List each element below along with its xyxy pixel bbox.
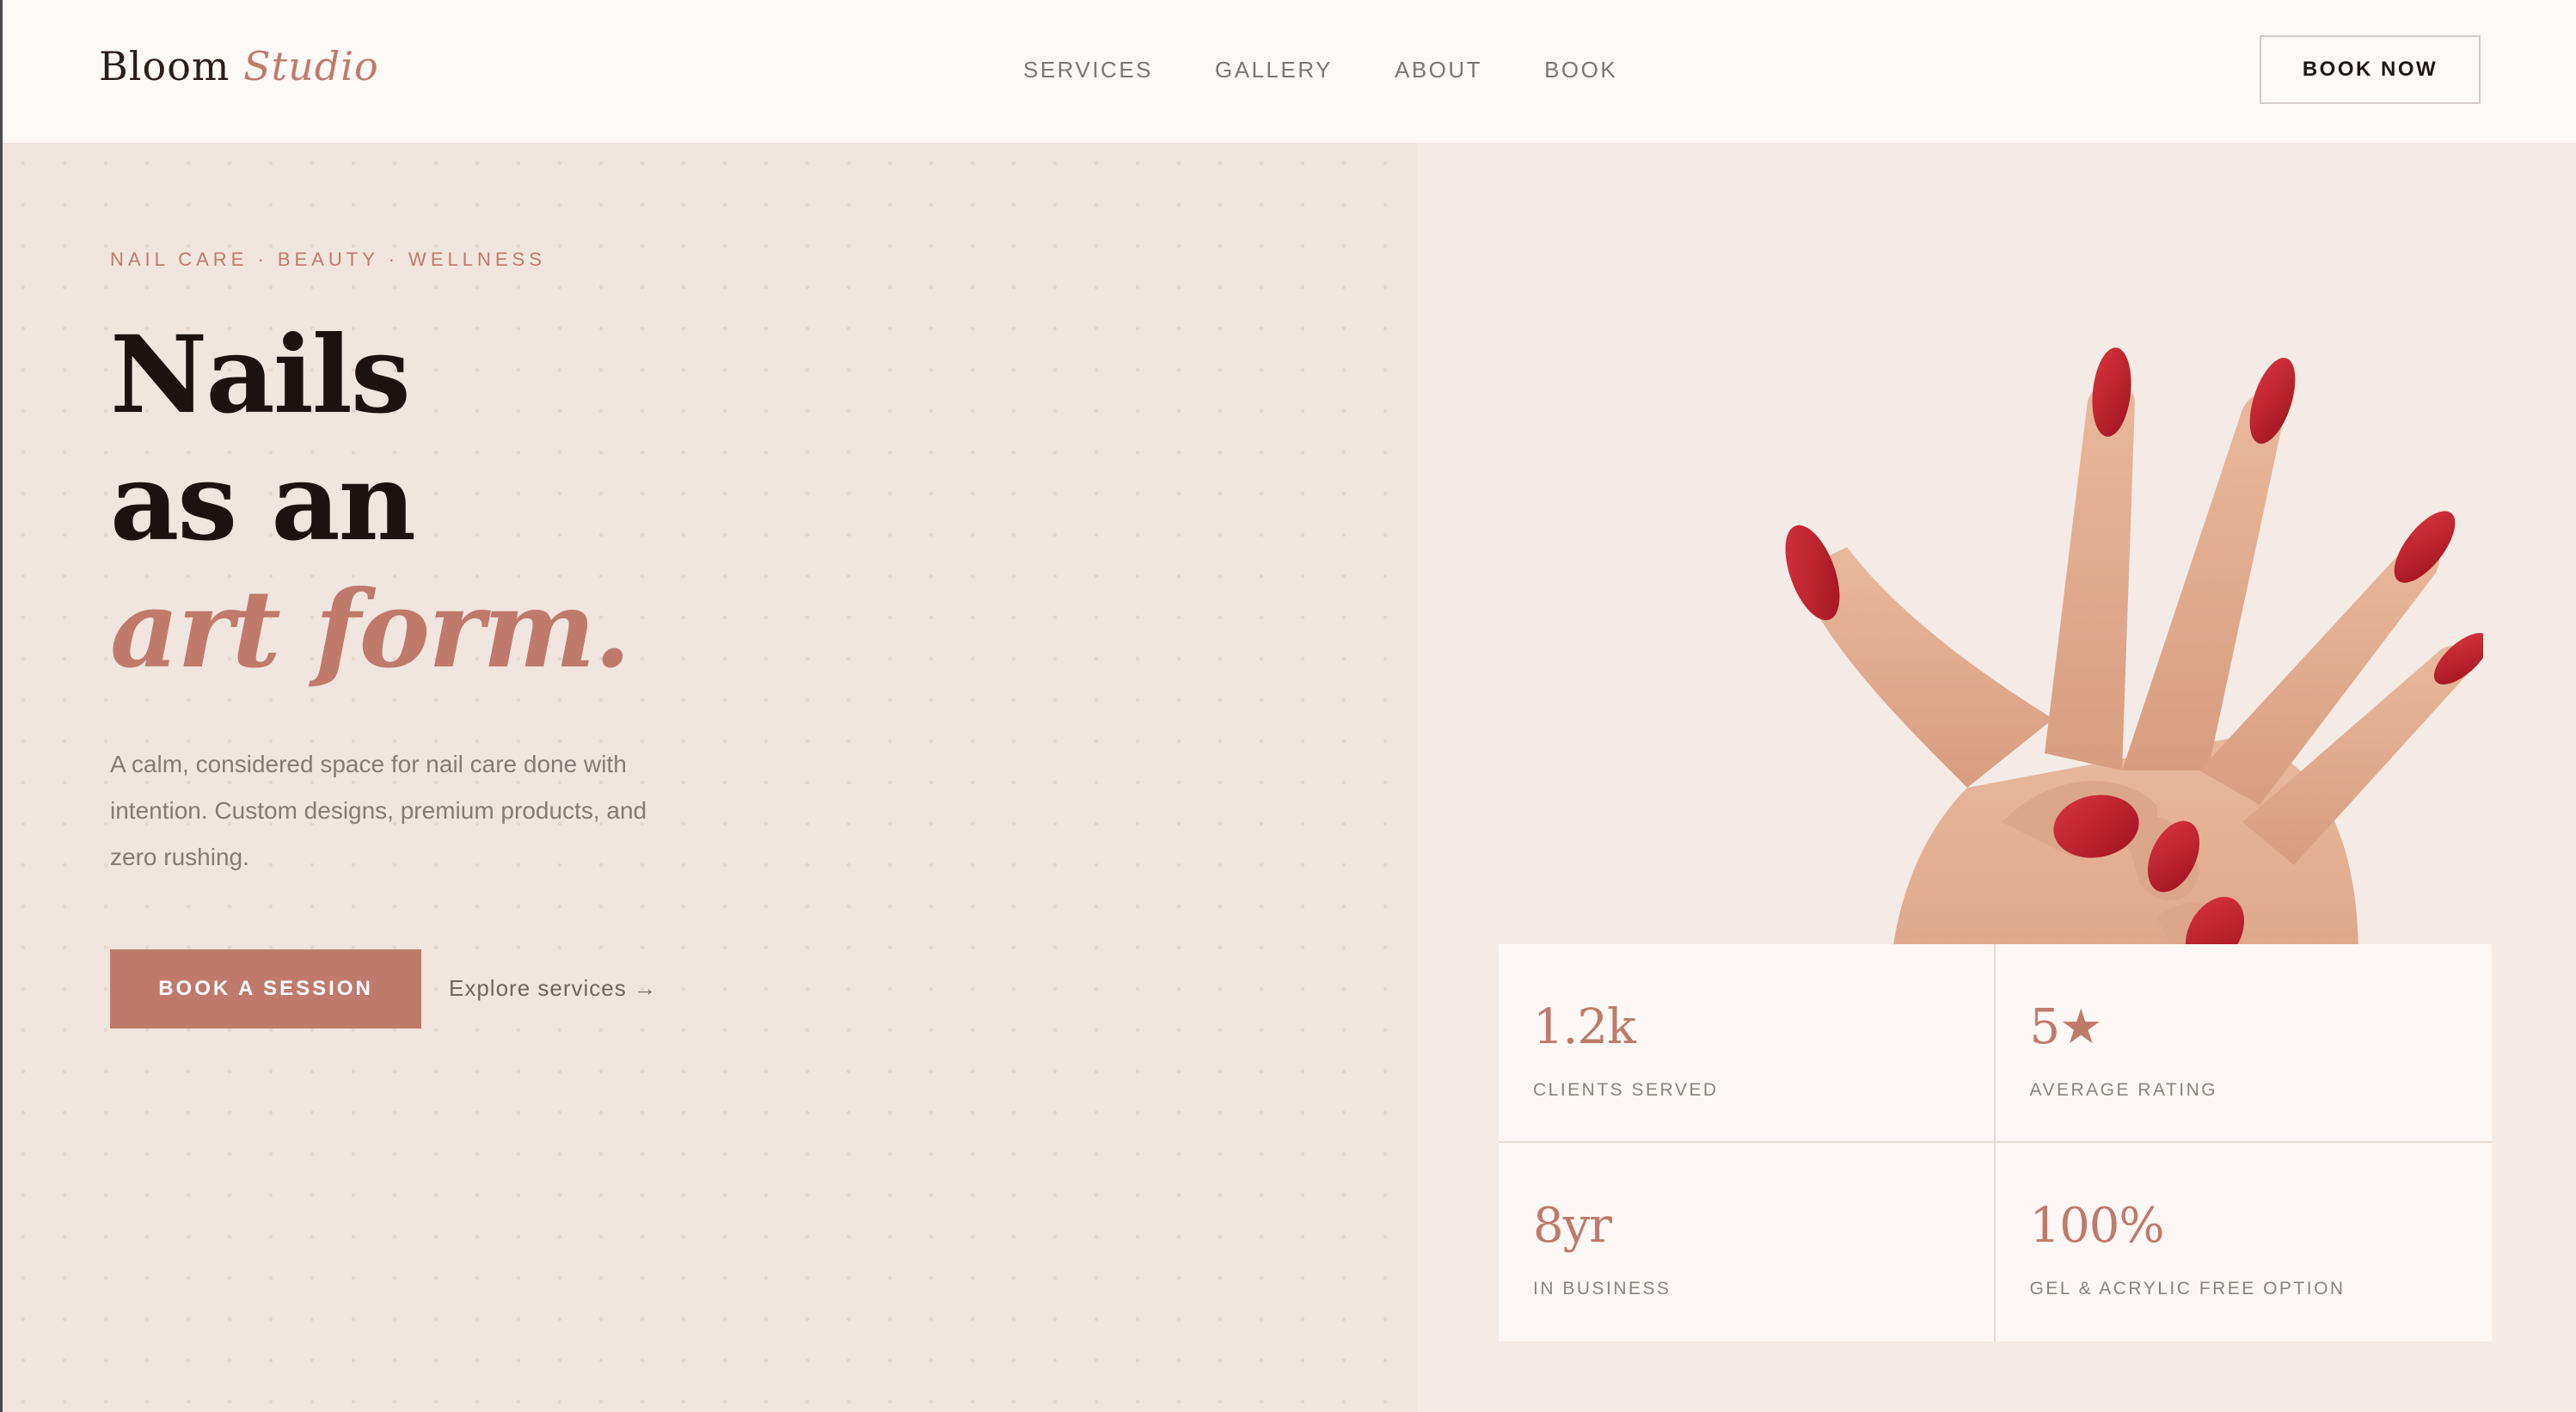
brand-logo[interactable]: Bloom Studio bbox=[99, 43, 379, 89]
logo-accent-text: Studio bbox=[243, 43, 379, 89]
stat-label: CLIENTS SERVED bbox=[1533, 1080, 1719, 1100]
stat-label: GEL & ACRYLIC FREE OPTION bbox=[2029, 1279, 2346, 1298]
stat-clients: 1.2k CLIENTS SERVED bbox=[1499, 944, 1996, 1143]
book-session-button[interactable]: BOOK A SESSION bbox=[110, 949, 421, 1028]
page: Bloom Studio SERVICES GALLERY ABOUT BOOK… bbox=[0, 0, 2576, 1412]
hero-headline: Nails as an art form. bbox=[110, 312, 631, 694]
main-nav: SERVICES GALLERY ABOUT BOOK bbox=[1023, 57, 1617, 83]
stats-grid: 1.2k CLIENTS SERVED 5★ AVERAGE RATING 8y… bbox=[1499, 944, 2492, 1341]
stat-free-option: 100% GEL & ACRYLIC FREE OPTION bbox=[1996, 1143, 2493, 1341]
stat-label: AVERAGE RATING bbox=[2029, 1080, 2218, 1100]
nav-link-services[interactable]: SERVICES bbox=[1023, 57, 1153, 83]
explore-services-link[interactable]: Explore services → bbox=[449, 975, 657, 1002]
stat-rating: 5★ AVERAGE RATING bbox=[1995, 944, 2492, 1143]
nav-link-about[interactable]: ABOUT bbox=[1395, 57, 1482, 83]
headline-line-2: as an bbox=[110, 440, 416, 565]
logo-main-text: Bloom bbox=[99, 43, 230, 89]
headline-line-1: Nails bbox=[110, 313, 411, 438]
nav-link-gallery[interactable]: GALLERY bbox=[1215, 57, 1333, 83]
hero-eyebrow: NAIL CARE · BEAUTY · WELLNESS bbox=[110, 249, 546, 270]
stat-years: 8yr IN BUSINESS bbox=[1499, 1143, 1996, 1341]
site-header: Bloom Studio SERVICES GALLERY ABOUT BOOK… bbox=[0, 0, 2576, 143]
hero-description: A calm, considered space for nail care d… bbox=[110, 751, 647, 870]
stat-label: IN BUSINESS bbox=[1533, 1279, 1671, 1298]
stat-value: 1.2k bbox=[1533, 999, 1636, 1055]
book-now-button[interactable]: BOOK NOW bbox=[2260, 35, 2481, 104]
stat-value: 5★ bbox=[2029, 999, 2103, 1055]
headline-line-3: art form. bbox=[110, 568, 631, 692]
stat-value: 100% bbox=[2029, 1198, 2165, 1254]
stat-value: 8yr bbox=[1533, 1198, 1612, 1254]
nav-link-book[interactable]: BOOK bbox=[1544, 57, 1617, 83]
